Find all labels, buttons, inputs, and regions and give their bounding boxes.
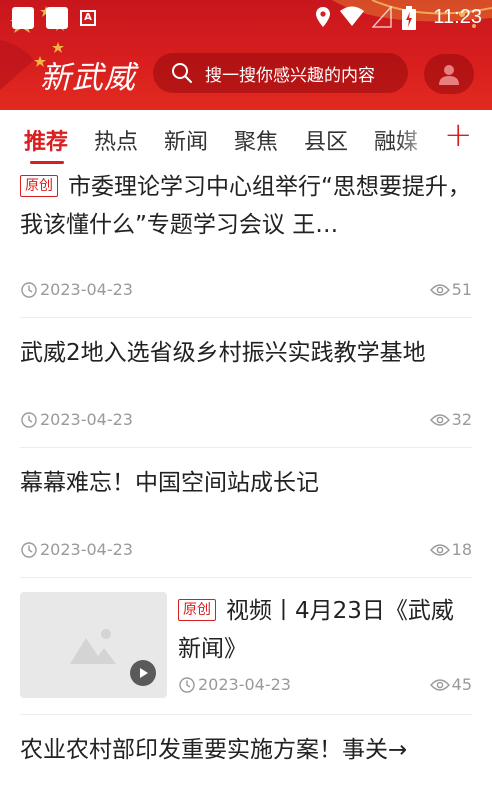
clock-icon [21,541,37,558]
signal-icon [372,6,392,28]
news-title: 农业农村部印发重要实施方案！事关→ [20,737,408,763]
eye-icon [429,413,450,426]
tab-fade [396,110,436,168]
play-icon [140,668,148,678]
news-title: 原创 市委理论学习中心组举行“思想要提升，我该懂什么”专题学习会议 王… [20,174,471,238]
tab-news[interactable]: 新闻 [164,124,208,156]
news-views: 32 [429,410,472,429]
news-date: 2023-04-23 [20,410,133,429]
search-icon [172,63,192,83]
news-title: 原创 视频丨4月23日《武威新闻》 [178,598,454,662]
news-meta: 2023-04-23 45 [178,675,472,697]
channel-tabs: 推荐 热点 新闻 聚焦 县区 融媒 + [0,110,492,168]
video-thumbnail[interactable] [20,592,167,698]
news-title: 幕幕难忘！中国空间站成长记 [20,470,319,496]
play-button[interactable] [130,660,156,686]
location-icon [316,7,330,27]
news-views: 51 [429,280,472,299]
add-channel-button[interactable]: + [444,118,473,152]
news-date: 2023-04-23 [20,540,133,559]
tab-county[interactable]: 县区 [304,124,348,156]
active-tab-indicator [30,161,64,164]
news-views: 45 [429,675,472,694]
search-bar[interactable]: 搜一搜你感兴趣的内容 [153,53,408,93]
eye-icon [429,283,450,296]
news-item[interactable]: 武威2地入选省级乡村振兴实践教学基地 2023-04-23 32 [20,318,472,448]
eye-icon [429,678,450,691]
tab-recommend[interactable]: 推荐 [24,124,68,156]
news-meta: 2023-04-23 18 [20,540,472,562]
user-icon [439,65,459,85]
tab-focus[interactable]: 聚焦 [234,124,278,156]
news-item-video[interactable]: 原创 视频丨4月23日《武威新闻》 2023-04-23 45 [20,578,472,715]
news-date: 2023-04-23 [178,675,291,694]
news-meta: 2023-04-23 32 [20,410,472,432]
original-badge: 原创 [20,175,58,197]
wifi-icon [340,6,364,26]
status-bar: A 11:23 [0,0,492,36]
clock-icon [21,411,37,428]
clock-icon [179,676,195,693]
eye-icon [429,543,450,556]
status-time: 11:23 [433,6,482,28]
news-meta: 2023-04-23 51 [20,280,472,302]
notification-a-icon: A [80,10,96,26]
user-button[interactable] [424,54,474,94]
notification-icon [12,7,34,29]
news-views: 18 [429,540,472,559]
image-placeholder-icon [70,629,116,664]
news-item[interactable]: 农业农村部印发重要实施方案！事关→ [20,715,472,804]
news-item[interactable]: 幕幕难忘！中国空间站成长记 2023-04-23 18 [20,448,472,578]
search-placeholder: 搜一搜你感兴趣的内容 [205,65,375,86]
news-title: 武威2地入选省级乡村振兴实践教学基地 [20,340,426,366]
news-item[interactable]: 原创 市委理论学习中心组举行“思想要提升，我该懂什么”专题学习会议 王… 2023… [20,168,472,318]
app-header: A 11:23 新武威 搜一搜你感兴趣的内容 [0,0,492,110]
notification-icon [46,7,68,29]
original-badge: 原创 [178,599,216,621]
clock-icon [21,281,37,298]
battery-icon [402,6,416,30]
tab-hot[interactable]: 热点 [94,124,138,156]
news-date: 2023-04-23 [20,280,133,299]
app-logo: 新武威 [40,60,136,96]
